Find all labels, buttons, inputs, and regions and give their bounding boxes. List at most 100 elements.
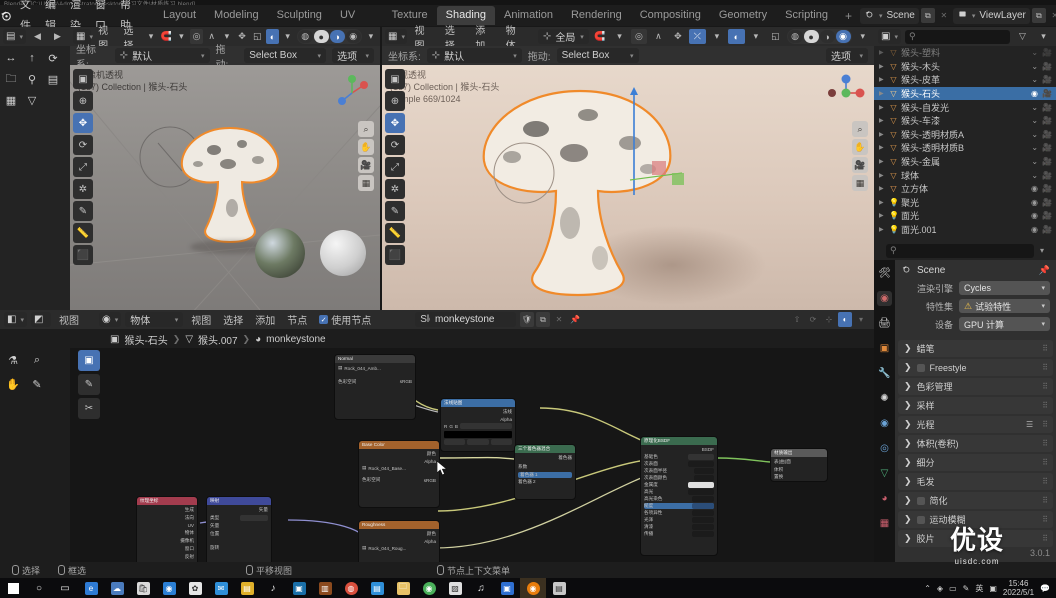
output-row-displacement[interactable]: 置换 (774, 474, 824, 480)
tool-annotate[interactable]: ✎ (385, 201, 405, 221)
camera-icon[interactable]: 🎥 (1042, 130, 1052, 139)
tab-uv-editing[interactable]: UV Editing (331, 6, 383, 40)
node-row-coef[interactable]: 系数 (518, 464, 572, 470)
drag-action-dropdown[interactable]: Select Box ▾ (244, 48, 327, 63)
mail-icon[interactable]: ✉ (208, 578, 234, 598)
viewport-options-dropdown[interactable]: 选项 ▾ (332, 48, 374, 63)
tool-cursor[interactable]: ⊕ (73, 91, 93, 111)
chevron-down-icon[interactable]: ▾ (748, 29, 764, 44)
filter-icon[interactable]: ▽ (1014, 29, 1031, 44)
material-name-field[interactable]: monkeystone (430, 312, 516, 327)
disclosure-arrow-icon[interactable]: ▶ (879, 158, 886, 165)
chevron-down-icon[interactable]: ▾ (365, 29, 377, 44)
redo-icon[interactable]: ⟳ (806, 312, 820, 327)
hide-icon[interactable]: ⌄ (1031, 171, 1038, 180)
search-icon[interactable]: ⚲ (23, 70, 41, 88)
node-image-row[interactable]: ▤ Rock_044_Amb... (338, 365, 412, 371)
hand-pan-icon[interactable]: ✋ (358, 139, 374, 155)
bsdf-row[interactable]: 次表面颜色 (644, 475, 714, 481)
shield-icon[interactable]: ▣ (989, 584, 997, 593)
chrome-icon[interactable]: ◍ (338, 578, 364, 598)
tool-measure[interactable]: 📏 (385, 223, 405, 243)
chevron-down-icon[interactable]: ▾ (611, 29, 627, 44)
camera-icon[interactable]: 🎥 (1042, 103, 1052, 112)
settings-icon[interactable]: ✿ (182, 578, 208, 598)
chevron-down-icon[interactable]: ▾ (145, 29, 157, 44)
tab-render-icon[interactable]: ◉ (877, 291, 892, 306)
chrome-alt-icon[interactable]: ▣ (286, 578, 312, 598)
outliner-row-12[interactable]: ▶ 💡 面光 ◉ 🎥 (874, 209, 1056, 223)
navigation-gizmo-right[interactable] (824, 71, 868, 115)
camera-icon[interactable]: 🎥 (1042, 157, 1052, 166)
xray-toggle-icon[interactable]: ◐ (266, 29, 279, 44)
outliner-tree[interactable]: ▶ ▽ 猴头-塑料 ⌄ 🎥 ▶ ▽ 猴头-木头 ⌄ 🎥 ▶ ▽ 猴头-皮革 ⌄ … (874, 46, 1056, 241)
tab-particles-icon[interactable]: ✺ (877, 391, 892, 406)
prop-section-simplify[interactable]: ❯ 简化 ⠿ (898, 492, 1053, 509)
hide-icon[interactable]: ⌄ (1031, 48, 1038, 57)
pin-icon[interactable]: 📌 (1039, 265, 1050, 276)
new-folder-icon[interactable]: 🗀 (2, 70, 20, 88)
outliner-footer-search[interactable]: ⚲ ▾ (874, 241, 1056, 260)
tab-texture-icon[interactable]: ▦ (877, 516, 892, 531)
rendered-shading-icon[interactable]: ◉ (345, 30, 361, 43)
delete-viewlayer-button[interactable]: ✕ (1048, 8, 1056, 23)
disclosure-arrow-icon[interactable]: ▶ (879, 63, 886, 70)
network-icon[interactable]: ◈ (937, 584, 943, 593)
pen-icon[interactable]: ✎ (963, 584, 970, 593)
tool-scale[interactable]: ⤢ (73, 157, 93, 177)
overlays-icon[interactable]: ◱ (251, 29, 263, 44)
refresh-icon[interactable]: ⟳ (44, 49, 62, 67)
chevron-down-icon[interactable]: ▾ (282, 29, 294, 44)
tab-geometry-nodes[interactable]: Geometry Nodes (710, 6, 776, 40)
snap-magnet-icon[interactable]: 🧲 (160, 29, 172, 44)
properties-body[interactable]: Scene 📌 渲染引擎 Cycles ▾ 特性集 ⚠ 试验特性 ▾ 设备 GP… (895, 260, 1056, 562)
zoom-icon[interactable]: ⌕ (358, 121, 374, 137)
breadcrumb-object[interactable]: 猴头-石头 (124, 332, 167, 347)
ortho-toggle-icon[interactable]: ▦ (358, 175, 374, 191)
outliner-filter-input[interactable]: ⚲ (886, 243, 1034, 258)
tab-sculpting[interactable]: Sculpting (268, 6, 331, 25)
shader-editor[interactable]: ◧ ▾ ◩ 视图 ◉ ▾ 物体 ▾ 视图 选择 添加 节点 ✓ 使用节点 Slot … (0, 310, 874, 562)
new-scene-button[interactable]: ⧉ (920, 8, 935, 23)
node-image-row[interactable]: ▤ Rock_044_Roug... (362, 545, 436, 551)
edge-icon[interactable]: e (78, 578, 104, 598)
weather-icon[interactable]: ☁ (104, 578, 130, 598)
outliner-row-selected[interactable]: ▶ ▽ 猴头-石头 ◉ 🎥 (874, 86, 1056, 101)
camera-icon[interactable]: 🎥 (1042, 62, 1052, 71)
music-icon[interactable]: ♪ (260, 578, 286, 598)
tool-measure[interactable]: 📏 (73, 223, 93, 243)
gizmo-icon[interactable]: ✥ (670, 29, 686, 44)
onedrive-icon[interactable]: ◉ (416, 578, 442, 598)
camera-icon[interactable]: 🎥 (1042, 75, 1052, 84)
prop-section-freestyle[interactable]: ❯ Freestyle ⠿ (898, 359, 1053, 376)
disclosure-arrow-icon[interactable]: ▶ (879, 104, 886, 111)
proportional-falloff-icon[interactable]: ∧ (650, 29, 666, 44)
viewlayer-selector[interactable]: ▾ ViewLayer (952, 7, 1030, 24)
disclosure-arrow-icon[interactable]: ▶ (879, 144, 886, 151)
node-colorspace-row[interactable]: 色彩空间 sRGB (338, 379, 412, 385)
new-viewlayer-button[interactable]: ⧉ (1031, 8, 1046, 23)
bsdf-row[interactable]: 次表面半径 (644, 468, 714, 474)
tool-tweak[interactable]: ▣ (78, 350, 100, 371)
shader-preview-icon[interactable]: ◩ (30, 312, 51, 327)
outliner-row-9[interactable]: ▶ ▽ 球体 ⌄ 🎥 (874, 168, 1056, 182)
node-color-ramp[interactable] (444, 430, 512, 438)
search-icon[interactable]: ○ (26, 578, 52, 598)
tool-add-cube[interactable]: ⬛ (73, 245, 93, 265)
tool-annotate[interactable]: ✎ (73, 201, 93, 221)
folder-icon[interactable]: 🗀 (390, 578, 416, 598)
overlay-square-icon[interactable]: ◱ (767, 29, 783, 44)
tab-object-icon[interactable]: ▣ (877, 341, 892, 356)
node-channel-g[interactable]: G (449, 424, 453, 429)
navigation-gizmo-left[interactable] (330, 71, 374, 115)
bsdf-row[interactable]: 各项异性 (644, 510, 714, 516)
prop-row-engine[interactable]: 渲染引擎 Cycles ▾ (895, 280, 1056, 296)
prop-section-volumes[interactable]: ❯ 体积(卷积) ⠿ (898, 435, 1053, 452)
tab-layout[interactable]: Layout (154, 6, 205, 25)
disclosure-arrow-icon[interactable]: ▶ (879, 76, 886, 83)
hide-icon[interactable]: ⌄ (1031, 143, 1038, 152)
tool-rotate[interactable]: ⟳ (385, 135, 405, 155)
hide-icon[interactable]: ⌄ (1031, 130, 1038, 139)
bsdf-row[interactable]: 高光染色 (644, 496, 714, 502)
outliner-row-11[interactable]: ▶ 💡 聚光 ◉ 🎥 (874, 196, 1056, 210)
